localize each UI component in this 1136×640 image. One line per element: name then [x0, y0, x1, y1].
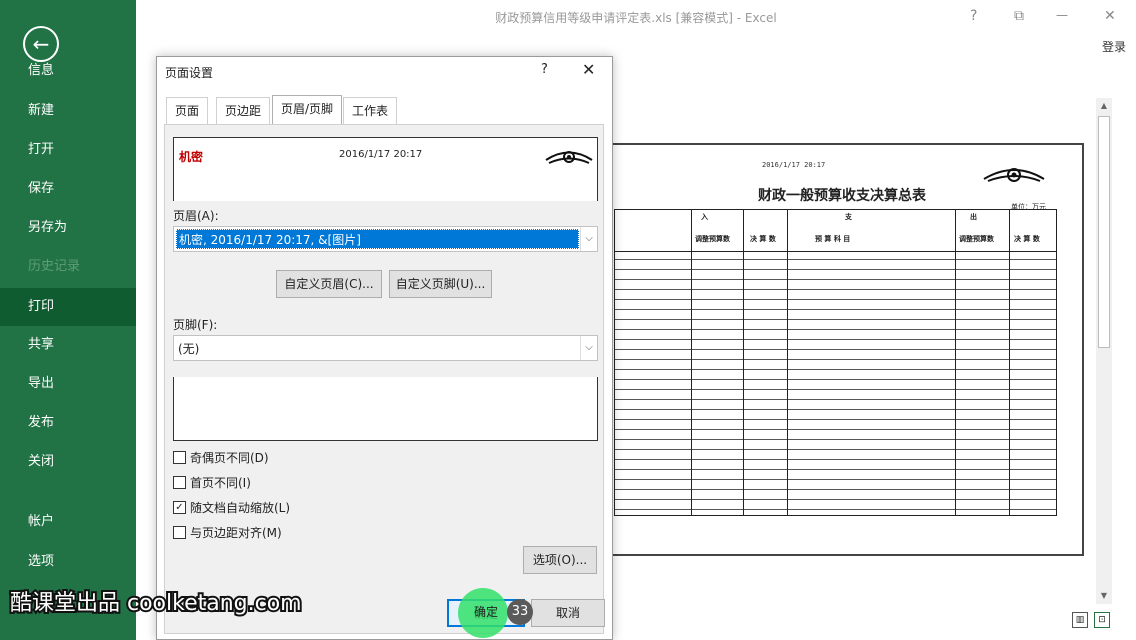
ribbon-display-icon[interactable]: ⧉: [1014, 8, 1024, 24]
step-badge: 33: [507, 599, 533, 625]
preview-table-header: 入 支 出 调整预算数 决 算 数 预 算 科 目 调整预算数 决 算 数: [615, 210, 1056, 252]
hdr-final-right: 决 算 数: [1014, 235, 1040, 243]
dialog-help-icon[interactable]: ?: [541, 62, 548, 77]
chevron-down-icon[interactable]: ⌵: [580, 336, 597, 360]
nav-export[interactable]: 导出: [0, 365, 136, 403]
nav-account[interactable]: 帐户: [0, 503, 136, 541]
align-margins-label: 与页边距对齐(M): [190, 526, 282, 540]
nav-history: 历史记录: [28, 259, 81, 274]
custom-footer-button[interactable]: 自定义页脚(U)...: [389, 270, 492, 298]
header-preview-left: 机密: [179, 150, 204, 164]
col-zhi: 支: [845, 213, 852, 221]
hdr-budget-left: 调整预算数: [695, 235, 730, 243]
scroll-up-icon[interactable]: ▲: [1096, 98, 1112, 114]
nav-open[interactable]: 打开: [0, 131, 136, 169]
header-eye-logo-icon: [545, 151, 593, 164]
window-close-icon[interactable]: ✕: [1104, 8, 1116, 24]
help-icon[interactable]: ?: [970, 8, 977, 24]
tab-header-footer[interactable]: 页眉/页脚: [272, 95, 343, 125]
dialog-title: 页面设置: [165, 66, 214, 80]
header-preview-center: 2016/1/17 20:17: [339, 149, 423, 160]
cancel-button[interactable]: 取消: [531, 599, 605, 627]
checkbox-box[interactable]: [173, 476, 186, 489]
minimize-icon[interactable]: —: [1056, 8, 1068, 22]
zoom-to-page-icon[interactable]: ⊡: [1094, 612, 1110, 628]
col-chu: 出: [970, 213, 977, 221]
odd-even-label: 奇偶页不同(D): [190, 451, 269, 465]
nav-new[interactable]: 新建: [0, 92, 136, 130]
eye-logo-icon: [983, 168, 1045, 182]
show-margins-icon[interactable]: ▥: [1072, 612, 1088, 628]
odd-even-checkbox[interactable]: 奇偶页不同(D): [173, 449, 269, 466]
vertical-scrollbar[interactable]: ▲ ▼: [1096, 98, 1112, 604]
scale-with-doc-label: 随文档自动缩放(L): [190, 501, 291, 515]
chevron-down-icon[interactable]: ⌵: [580, 227, 597, 251]
footer-preview: [173, 377, 598, 441]
align-margins-checkbox[interactable]: 与页边距对齐(M): [173, 524, 282, 541]
footer-select[interactable]: (无) ⌵: [173, 335, 598, 361]
nav-info[interactable]: 信息: [0, 52, 136, 90]
login-link[interactable]: 登录: [1102, 38, 1126, 55]
first-page-checkbox[interactable]: 首页不同(I): [173, 474, 251, 491]
footer-label: 页脚(F):: [173, 318, 218, 332]
print-preview-page: 2016/1/17 20:17 财政一般预算收支决算总表 单位：万元 入 支 出…: [600, 143, 1084, 556]
nav-share[interactable]: 共享: [0, 326, 136, 364]
tab-page[interactable]: 页面: [166, 97, 209, 124]
nav-print[interactable]: 打印: [0, 288, 136, 326]
checkmark-icon[interactable]: ✓: [173, 501, 186, 514]
nav-publish[interactable]: 发布: [0, 404, 136, 442]
preview-header-date: 2016/1/17 20:17: [762, 161, 826, 169]
col-in: 入: [701, 213, 708, 221]
nav-options[interactable]: 选项: [0, 543, 136, 581]
preview-title: 财政一般预算收支决算总表: [758, 188, 926, 204]
custom-header-button[interactable]: 自定义页眉(C)...: [276, 270, 382, 298]
header-select[interactable]: 机密, 2016/1/17 20:17, &[图片] ⌵: [173, 226, 598, 252]
nav-save[interactable]: 保存: [0, 170, 136, 208]
window-title: 财政预算信用等级申请评定表.xls [兼容模式] - Excel: [495, 11, 777, 25]
preview-table: 入 支 出 调整预算数 决 算 数 预 算 科 目 调整预算数 决 算 数: [614, 209, 1057, 516]
scroll-down-icon[interactable]: ▼: [1096, 588, 1112, 604]
footer-select-value: (无): [178, 342, 200, 356]
scroll-thumb[interactable]: [1098, 116, 1110, 348]
header-preview: 机密 2016/1/17 20:17: [173, 137, 598, 201]
header-footer-panel: 机密 2016/1/17 20:17 页眉(A): 机密, 2016/1/17 …: [164, 124, 604, 634]
header-label: 页眉(A):: [173, 209, 219, 223]
page-setup-dialog: 页面设置 ? ✕ 页面 页边距 页眉/页脚 工作表 机密 2016/1/17 2…: [156, 56, 613, 640]
nav-save-as[interactable]: 另存为: [0, 209, 136, 247]
tab-sheet[interactable]: 工作表: [343, 97, 398, 124]
first-page-label: 首页不同(I): [190, 476, 251, 490]
backstage-sidebar: ← 信息 新建 打开 保存 另存为 历史记录 打印 共享 导出 发布 关闭 帐户…: [0, 0, 136, 640]
scale-with-doc-checkbox[interactable]: ✓ 随文档自动缩放(L): [173, 499, 290, 516]
checkbox-box[interactable]: [173, 526, 186, 539]
hdr-item: 预 算 科 目: [815, 235, 851, 243]
nav-close[interactable]: 关闭: [0, 443, 136, 481]
dialog-close-icon[interactable]: ✕: [582, 60, 595, 79]
header-select-value: 机密, 2016/1/17 20:17, &[图片]: [176, 229, 579, 249]
options-button[interactable]: 选项(O)...: [523, 546, 597, 574]
watermark: 酷课堂出品 coolketang.com: [8, 589, 304, 618]
checkbox-box[interactable]: [173, 451, 186, 464]
tab-margins[interactable]: 页边距: [216, 97, 271, 124]
hdr-budget-right: 调整预算数: [959, 235, 994, 243]
hdr-final-left: 决 算 数: [750, 235, 776, 243]
